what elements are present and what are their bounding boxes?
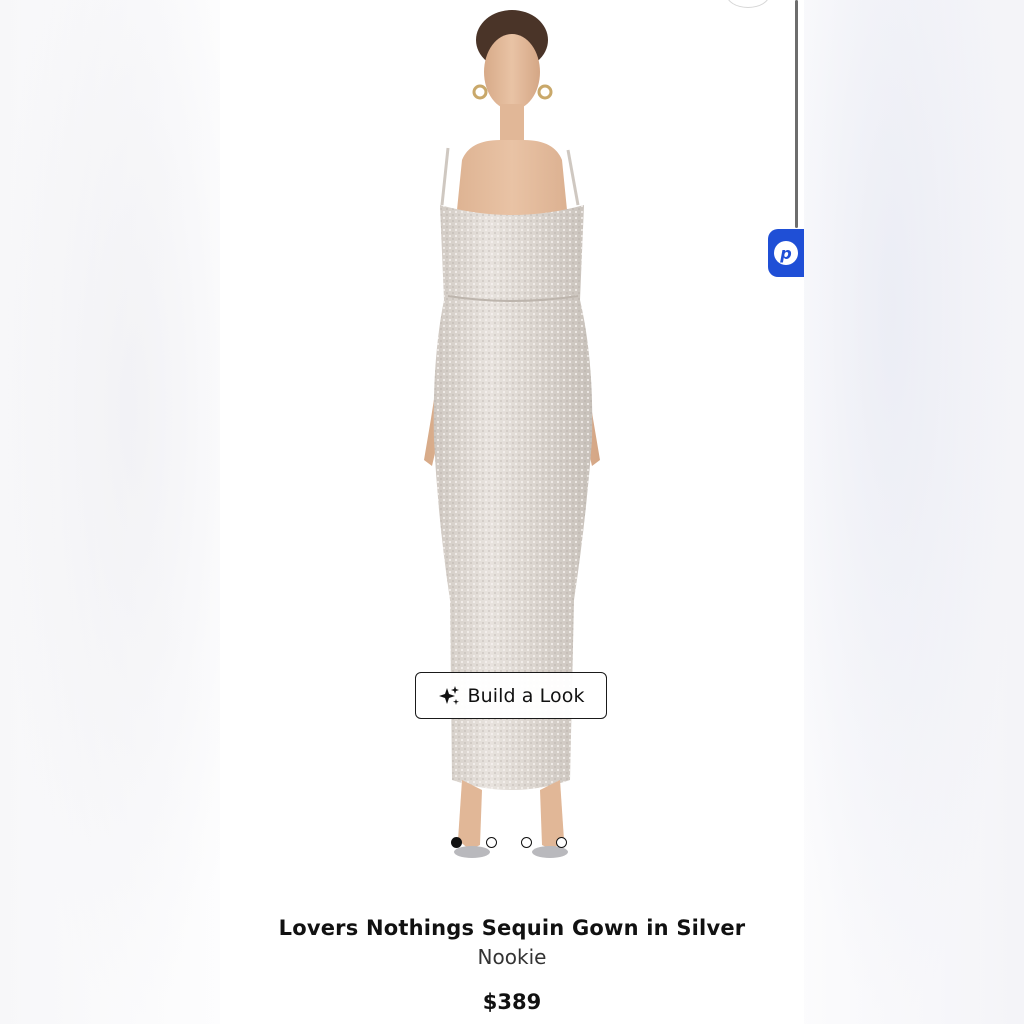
- build-a-look-button[interactable]: Build a Look: [415, 672, 607, 719]
- product-price: $389: [482, 990, 542, 1014]
- scrollbar[interactable]: [795, 0, 798, 228]
- gallery-pagination: [451, 837, 567, 848]
- background-blur-right: [804, 0, 1024, 1024]
- payment-badge-icon: p: [774, 241, 798, 265]
- sparkles-icon: [439, 685, 460, 705]
- gallery-dot-3[interactable]: [521, 837, 532, 848]
- gallery-dot-4[interactable]: [556, 837, 567, 848]
- gallery-dot-2[interactable]: [486, 837, 497, 848]
- product-title: Lovers Nothings Sequin Gown in Silver: [278, 916, 746, 940]
- background-blur-left: [0, 0, 220, 1024]
- product-image[interactable]: [400, 0, 624, 880]
- product-brand[interactable]: Nookie: [220, 945, 804, 969]
- build-a-look-label: Build a Look: [467, 684, 585, 707]
- page: p Build a Look Lovers Nothings Sequin Go…: [0, 0, 1024, 1024]
- gallery-dot-1[interactable]: [451, 837, 462, 848]
- payment-widget-button[interactable]: p: [768, 229, 804, 277]
